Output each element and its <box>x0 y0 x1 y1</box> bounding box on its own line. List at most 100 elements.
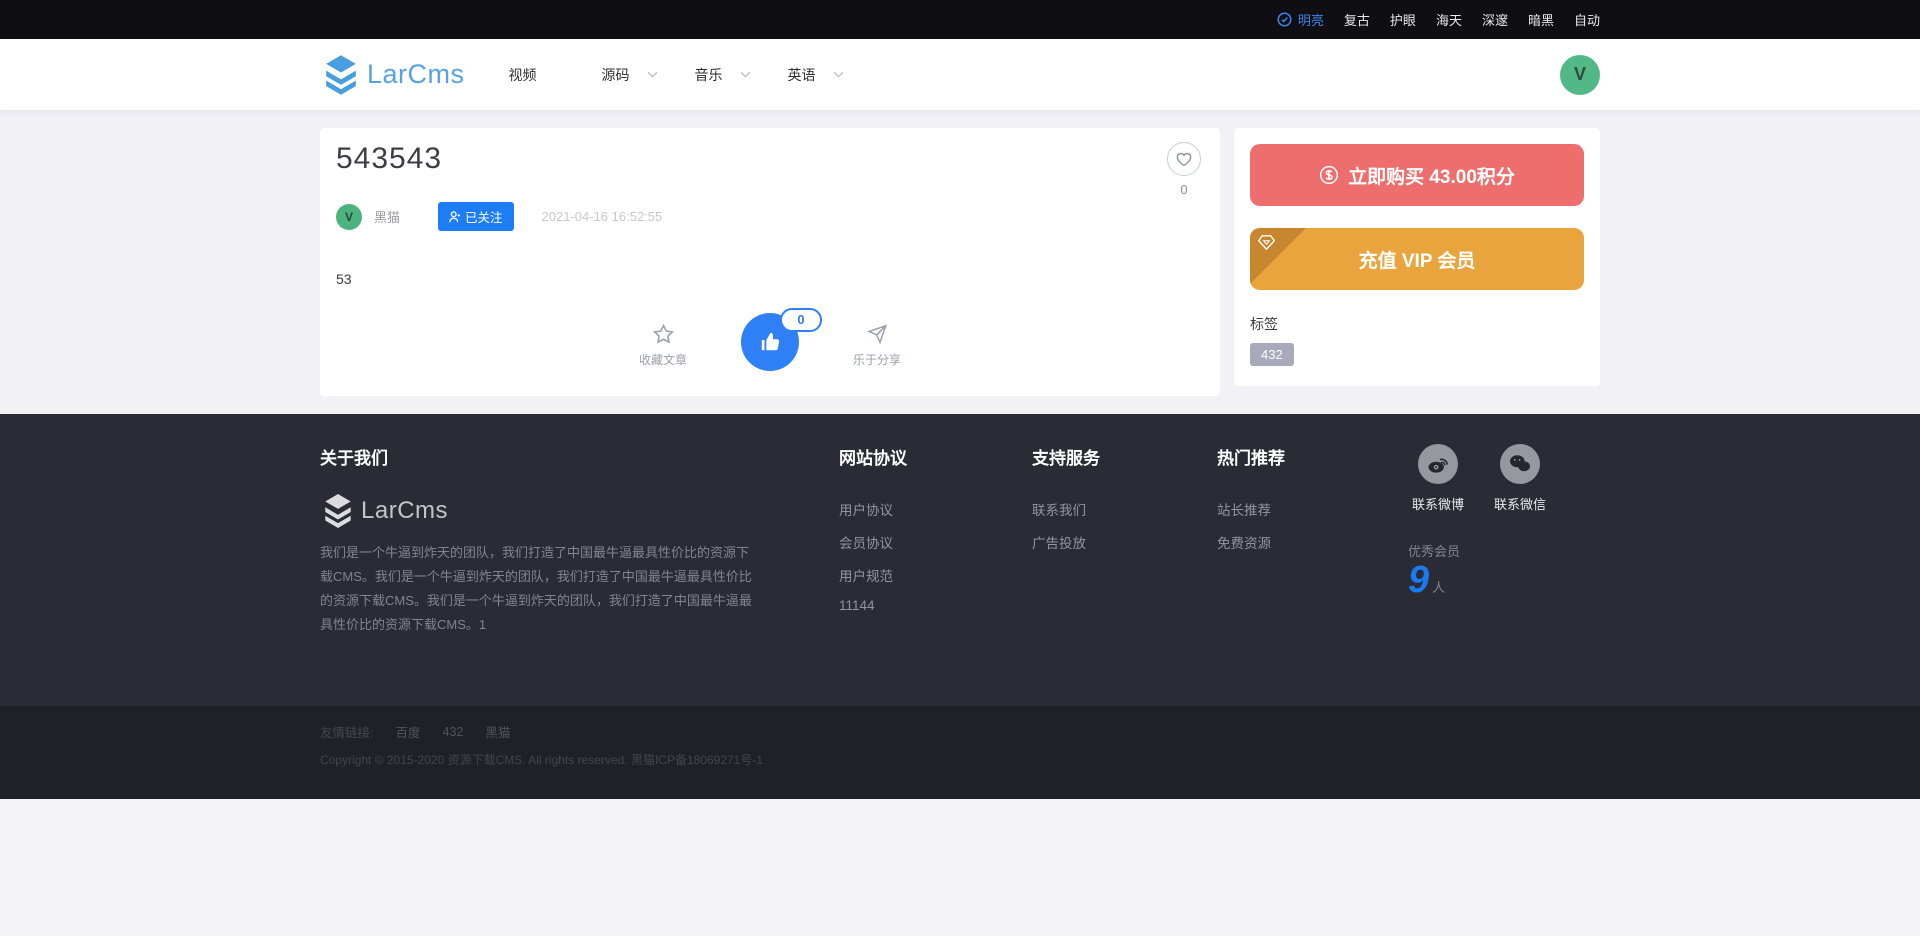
footer-link-contact-us[interactable]: 联系我们 <box>1032 499 1217 519</box>
footer-link-11144[interactable]: 11144 <box>839 598 1032 613</box>
chevron-down-icon <box>833 71 844 78</box>
article-card: 0 543543 V 黑猫 已关注 2021-04-16 16:52:55 53 <box>320 128 1220 396</box>
friend-links-label: 友情链接: <box>320 722 373 741</box>
vip-recharge-button[interactable]: 充值 VIP 会员 <box>1250 228 1584 290</box>
tags-title: 标签 <box>1250 314 1584 334</box>
footer-column-title: 热门推荐 <box>1217 444 1408 469</box>
footer-social-column: 联系微博 联系微信 优秀会员 9人 <box>1408 444 1600 637</box>
sidebar: 立即购买 43.00积分 充值 VIP 会员 标签 432 <box>1234 128 1600 386</box>
author-row: V 黑猫 已关注 2021-04-16 16:52:55 <box>336 202 1204 231</box>
nav-item-english[interactable]: 英语 <box>788 65 881 85</box>
main-area: 0 543543 V 黑猫 已关注 2021-04-16 16:52:55 53 <box>0 110 1920 414</box>
footer-link-member-agreement[interactable]: 会员协议 <box>839 532 1032 552</box>
nav-label: 英语 <box>788 65 816 85</box>
nav-label: 音乐 <box>695 65 723 85</box>
larcms-logo-icon <box>320 54 362 96</box>
nav-item-video[interactable]: 视频 <box>509 65 602 85</box>
footer-link-advertising[interactable]: 广告投放 <box>1032 532 1217 552</box>
thumbs-up-icon <box>759 331 781 353</box>
article-like-widget: 0 <box>1164 142 1204 197</box>
wechat-contact[interactable]: 联系微信 <box>1490 444 1550 513</box>
friend-link-heimao[interactable]: 黑猫 <box>485 722 510 741</box>
brand-logo[interactable]: LarCms <box>320 54 465 96</box>
check-circle-icon <box>1277 12 1292 27</box>
theme-label: 明亮 <box>1298 10 1324 29</box>
follow-badge-label: 已关注 <box>465 207 503 226</box>
members-label: 优秀会员 <box>1408 541 1600 560</box>
like-count-badge: 0 <box>780 308 822 332</box>
vip-recharge-label: 充值 VIP 会员 <box>1359 246 1476 273</box>
theme-item-bright[interactable]: 明亮 <box>1277 10 1324 29</box>
star-icon <box>653 324 674 344</box>
bottom-bar: 友情链接: 百度 432 黑猫 Copyright © 2015-2020 资源… <box>0 706 1920 799</box>
members-count: 9 <box>1408 559 1429 601</box>
theme-item-sea[interactable]: 海天 <box>1436 10 1462 29</box>
theme-item-dark[interactable]: 暗黑 <box>1528 10 1554 29</box>
heart-icon[interactable] <box>1167 142 1201 176</box>
brand-name: LarCms <box>367 59 465 90</box>
site-footer: 关于我们 LarCms 我们是一个牛逼到炸天的团队，我们打造了中国最牛逼最具性价… <box>0 414 1920 706</box>
footer-brand-logo[interactable]: LarCms <box>320 493 839 529</box>
site-header: LarCms 视频 源码 音乐 英语 <box>0 39 1920 110</box>
theme-item-retro[interactable]: 复古 <box>1344 10 1370 29</box>
article-actions: 收藏文章 0 <box>336 321 1204 371</box>
favorite-label: 收藏文章 <box>631 351 695 368</box>
share-button[interactable]: 乐于分享 <box>845 324 909 368</box>
members-unit: 人 <box>1432 580 1445 595</box>
footer-link-user-rules[interactable]: 用户规范 <box>839 565 1032 585</box>
friend-link-baidu[interactable]: 百度 <box>395 722 420 741</box>
nav-label: 视频 <box>509 65 537 85</box>
footer-about-description: 我们是一个牛逼到炸天的团队，我们打造了中国最牛逼最具性价比的资源下载CMS。我们… <box>320 541 752 637</box>
nav-item-source[interactable]: 源码 <box>602 65 695 85</box>
footer-link-user-agreement[interactable]: 用户协议 <box>839 499 1032 519</box>
nav-item-music[interactable]: 音乐 <box>695 65 788 85</box>
page-end-spacer <box>0 799 1920 936</box>
larcms-logo-icon <box>320 493 356 529</box>
share-label: 乐于分享 <box>845 351 909 368</box>
main-nav: 视频 源码 音乐 英语 <box>509 65 881 85</box>
nav-label: 源码 <box>602 65 630 85</box>
footer-protocol-column: 网站协议 用户协议 会员协议 用户规范 11144 <box>839 444 1032 637</box>
user-plus-icon <box>449 211 460 223</box>
article-title: 543543 <box>336 142 1204 176</box>
buy-now-label: 立即购买 43.00积分 <box>1348 162 1515 189</box>
friend-link-432[interactable]: 432 <box>443 725 464 739</box>
chevron-down-icon <box>740 71 751 78</box>
friend-links-row: 友情链接: 百度 432 黑猫 <box>320 722 1600 741</box>
follow-badge[interactable]: 已关注 <box>438 202 514 231</box>
footer-link-free-resources[interactable]: 免费资源 <box>1217 532 1408 552</box>
publish-timestamp: 2021-04-16 16:52:55 <box>542 209 663 224</box>
author-avatar[interactable]: V <box>336 204 362 230</box>
excellent-members: 优秀会员 9人 <box>1408 541 1600 602</box>
theme-item-eyecare[interactable]: 护眼 <box>1390 10 1416 29</box>
buy-now-button[interactable]: 立即购买 43.00积分 <box>1250 144 1584 206</box>
gem-icon <box>1258 235 1275 250</box>
footer-support-column: 支持服务 联系我们 广告投放 <box>1032 444 1217 637</box>
send-icon <box>867 324 888 344</box>
article-like-count: 0 <box>1164 182 1204 197</box>
favorite-button[interactable]: 收藏文章 <box>631 324 695 368</box>
footer-brand-name: LarCms <box>361 497 448 525</box>
chevron-down-icon <box>647 71 658 78</box>
author-name[interactable]: 黑猫 <box>374 207 400 226</box>
footer-hot-column: 热门推荐 站长推荐 免费资源 <box>1217 444 1408 637</box>
footer-column-title: 支持服务 <box>1032 444 1217 469</box>
theme-topbar: 明亮 复古 护眼 海天 深邃 暗黑 自动 <box>0 0 1920 39</box>
weibo-contact[interactable]: 联系微博 <box>1408 444 1468 513</box>
footer-about-column: 关于我们 LarCms 我们是一个牛逼到炸天的团队，我们打造了中国最牛逼最具性价… <box>320 444 839 637</box>
copyright-text: Copyright © 2015-2020 资源下载CMS. All right… <box>320 751 1600 768</box>
weibo-icon <box>1418 444 1458 484</box>
article-content: 53 <box>336 271 1204 287</box>
dollar-circle-icon <box>1319 165 1339 185</box>
wechat-label: 联系微信 <box>1490 494 1550 513</box>
footer-link-webmaster-picks[interactable]: 站长推荐 <box>1217 499 1408 519</box>
user-avatar[interactable]: V <box>1560 55 1600 95</box>
footer-about-title: 关于我们 <box>320 444 839 469</box>
weibo-label: 联系微博 <box>1408 494 1468 513</box>
tag-item[interactable]: 432 <box>1250 343 1294 366</box>
wechat-icon <box>1500 444 1540 484</box>
theme-item-auto[interactable]: 自动 <box>1574 10 1600 29</box>
footer-column-title: 网站协议 <box>839 444 1032 469</box>
theme-item-deep[interactable]: 深邃 <box>1482 10 1508 29</box>
like-button[interactable]: 0 <box>741 313 799 371</box>
